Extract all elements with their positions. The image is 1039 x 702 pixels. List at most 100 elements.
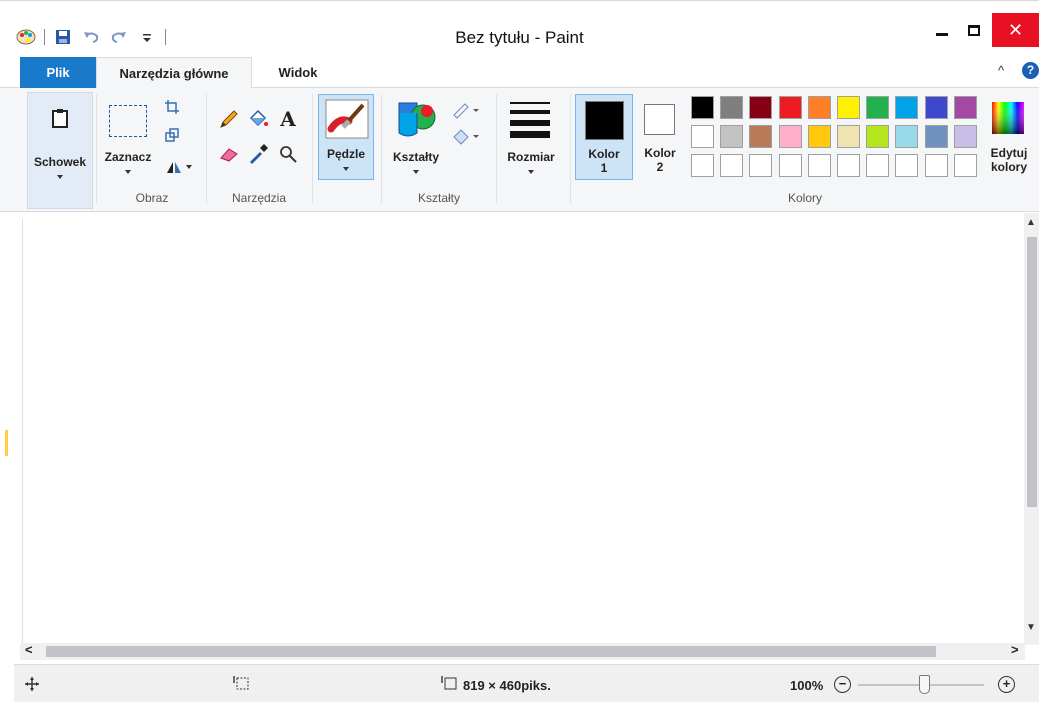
clipboard-icon	[50, 107, 70, 129]
select-icon[interactable]	[108, 104, 148, 138]
palette-swatch[interactable]	[895, 96, 918, 119]
palette-swatch[interactable]	[954, 96, 977, 119]
edit-colors-label-2: kolory	[990, 160, 1027, 174]
zoom-slider-thumb[interactable]	[919, 675, 930, 694]
vertical-scrollbar[interactable]	[1024, 213, 1039, 645]
window-edge-marker	[5, 430, 8, 456]
palette-swatch[interactable]	[866, 96, 889, 119]
palette-swatch[interactable]	[895, 154, 918, 177]
palette-swatch[interactable]	[925, 154, 948, 177]
maximize-icon	[968, 24, 980, 36]
color2-swatch	[644, 104, 675, 135]
color1-button[interactable]: Kolor 1	[575, 94, 633, 180]
pencil-icon[interactable]	[218, 108, 240, 130]
palette-swatch[interactable]	[720, 154, 743, 177]
palette-swatch[interactable]	[720, 96, 743, 119]
color2-label: Kolor	[644, 146, 676, 160]
ribbon-tabs: Plik Narzędzia główne Widok ^ ?	[0, 57, 1039, 89]
zoom-level: 100%	[790, 678, 824, 693]
clipboard-label: Schowek	[33, 155, 87, 169]
zoom-in-button[interactable]: +	[998, 676, 1015, 693]
collapse-ribbon-icon[interactable]: ^	[998, 63, 1004, 78]
minimize-button[interactable]	[928, 13, 956, 47]
text-tool-icon[interactable]: A	[277, 107, 299, 131]
magnifier-icon[interactable]	[277, 143, 299, 165]
palette-swatch[interactable]	[866, 154, 889, 177]
tab-home[interactable]: Narzędzia główne	[96, 57, 252, 89]
size-icon[interactable]	[506, 98, 554, 140]
palette-swatch[interactable]	[779, 96, 802, 119]
brushes-button[interactable]: Pędzle	[318, 94, 374, 180]
palette-swatch[interactable]	[808, 96, 831, 119]
palette-swatch[interactable]	[779, 125, 802, 148]
fill-icon[interactable]	[246, 108, 270, 130]
scroll-right-icon[interactable]: >	[1011, 642, 1019, 657]
palette-swatch[interactable]	[837, 154, 860, 177]
palette-swatch[interactable]	[779, 154, 802, 177]
palette-swatch[interactable]	[749, 154, 772, 177]
palette-swatch[interactable]	[837, 125, 860, 148]
palette-swatch[interactable]	[866, 125, 889, 148]
resize-icon[interactable]	[163, 126, 181, 144]
size-label[interactable]: Rozmiar	[500, 150, 562, 164]
scroll-down-icon[interactable]: ▼	[1026, 622, 1036, 633]
palette-swatch[interactable]	[925, 96, 948, 119]
color-picker-icon[interactable]	[246, 143, 270, 165]
color1-swatch	[585, 101, 624, 140]
paint-window: Bez tytułu - Paint ✕ Plik Narzędzia głów…	[0, 0, 1039, 702]
rotate-icon[interactable]	[161, 158, 197, 176]
chevron-down-icon	[413, 170, 419, 174]
group-divider	[570, 94, 571, 204]
horizontal-scroll-thumb[interactable]	[46, 646, 936, 657]
group-divider	[496, 94, 497, 204]
shapes-icon[interactable]	[394, 98, 438, 140]
group-divider	[312, 94, 313, 204]
palette-swatch[interactable]	[895, 125, 918, 148]
group-divider	[381, 94, 382, 204]
maximize-button[interactable]	[960, 13, 988, 47]
tools-group-label: Narzędzia	[231, 191, 287, 205]
palette-swatch[interactable]	[691, 154, 714, 177]
palette-swatch[interactable]	[720, 125, 743, 148]
scroll-left-icon[interactable]: <	[25, 642, 33, 657]
color1-number: 1	[600, 161, 608, 175]
select-label[interactable]: Zaznacz	[99, 150, 157, 164]
close-button[interactable]: ✕	[992, 13, 1039, 47]
brush-icon	[325, 99, 369, 139]
drawing-canvas[interactable]	[22, 219, 1012, 643]
scroll-up-icon[interactable]: ▲	[1026, 217, 1036, 228]
edit-colors-label-1: Edytuj	[990, 146, 1028, 160]
move-cursor-icon	[24, 676, 40, 692]
chevron-down-icon	[125, 170, 131, 174]
palette-swatch[interactable]	[837, 96, 860, 119]
selection-size-icon	[232, 675, 250, 691]
image-group-label: Obraz	[135, 191, 169, 205]
group-divider	[96, 94, 97, 204]
edit-colors-button[interactable]: Edytuj kolory	[982, 94, 1036, 186]
edit-colors-icon	[990, 100, 1026, 136]
vertical-scroll-thumb[interactable]	[1027, 237, 1037, 507]
palette-swatch[interactable]	[954, 125, 977, 148]
color2-button[interactable]: Kolor 2	[636, 94, 684, 180]
chevron-down-icon	[57, 175, 63, 179]
zoom-out-button[interactable]: −	[834, 676, 851, 693]
palette-swatch[interactable]	[925, 125, 948, 148]
palette-swatch[interactable]	[691, 96, 714, 119]
crop-icon[interactable]	[163, 98, 181, 116]
color1-label: Kolor	[588, 147, 620, 161]
clipboard-button[interactable]: Schowek	[27, 92, 93, 209]
tab-view[interactable]: Widok	[256, 57, 340, 88]
shape-fill-icon[interactable]	[450, 126, 482, 146]
shapes-label[interactable]: Kształty	[386, 150, 446, 164]
help-icon[interactable]: ?	[1022, 62, 1039, 79]
tab-file[interactable]: Plik	[20, 57, 96, 88]
palette-swatch[interactable]	[808, 125, 831, 148]
eraser-icon[interactable]	[218, 143, 240, 165]
palette-swatch[interactable]	[749, 125, 772, 148]
outline-icon[interactable]	[450, 100, 482, 120]
palette-swatch[interactable]	[691, 125, 714, 148]
palette-swatch[interactable]	[808, 154, 831, 177]
palette-swatch[interactable]	[954, 154, 977, 177]
horizontal-scrollbar[interactable]	[20, 643, 1025, 660]
palette-swatch[interactable]	[749, 96, 772, 119]
